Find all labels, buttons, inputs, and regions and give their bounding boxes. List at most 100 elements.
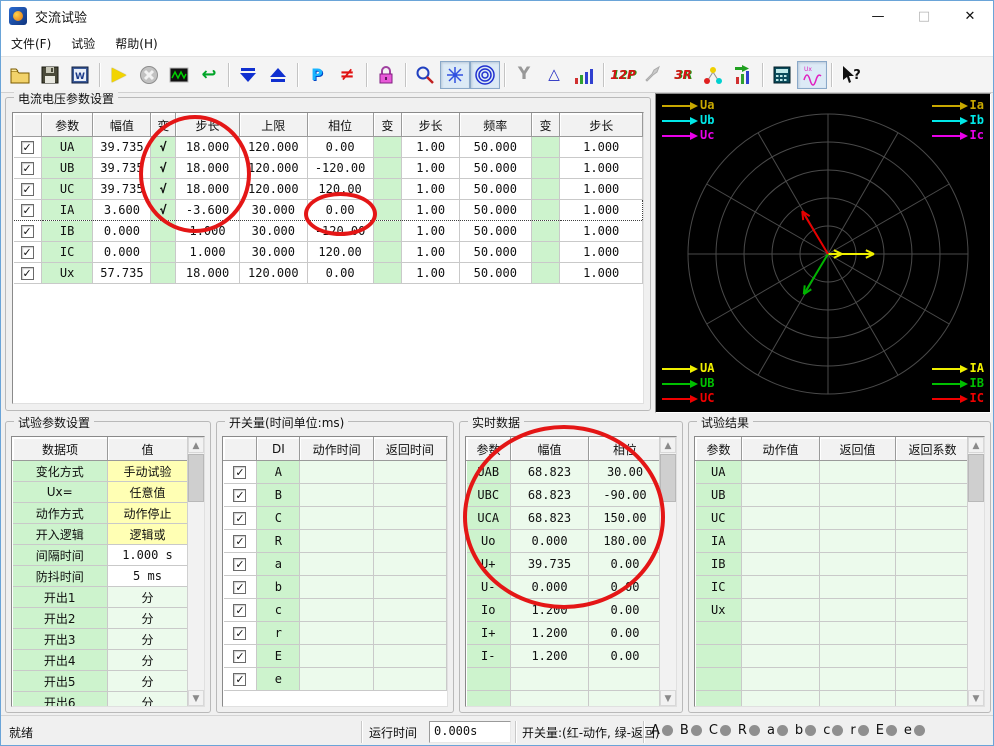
- param-value-cell[interactable]: 50.000: [459, 136, 532, 158]
- param-value-cell[interactable]: 1.00: [401, 199, 460, 221]
- param-value-cell[interactable]: 30.000: [239, 220, 308, 242]
- close-button[interactable]: ✕: [947, 1, 993, 31]
- param-value-cell[interactable]: 120.000: [239, 136, 308, 158]
- realtime-scrollbar[interactable]: ▲ ▼: [659, 437, 676, 706]
- param-value-cell[interactable]: [373, 241, 403, 263]
- step-down-icon[interactable]: [233, 61, 263, 89]
- param-value-cell[interactable]: [531, 178, 561, 200]
- save-icon[interactable]: [35, 61, 65, 89]
- param-value-cell[interactable]: [373, 136, 403, 158]
- param-value-cell[interactable]: 120.000: [239, 262, 308, 284]
- param-value-cell[interactable]: 50.000: [459, 220, 532, 242]
- param-value-cell[interactable]: 1.000: [559, 199, 643, 221]
- param-value-cell[interactable]: 0.000: [92, 220, 152, 242]
- start-test-icon[interactable]: ▶: [104, 61, 134, 89]
- export-report-icon[interactable]: W: [65, 61, 95, 89]
- menu-help[interactable]: 帮助(H): [105, 31, 167, 56]
- open-file-icon[interactable]: [5, 61, 35, 89]
- param-value-cell[interactable]: 18.000: [175, 178, 240, 200]
- switch-checkbox-cell[interactable]: ✓: [223, 552, 258, 576]
- row-checkbox-cell[interactable]: ✓: [13, 178, 42, 200]
- param-value-cell[interactable]: 1.000: [559, 178, 643, 200]
- param-value-cell[interactable]: 1.000: [559, 136, 643, 158]
- switch-checkbox[interactable]: ✓: [233, 672, 247, 686]
- param-value-cell[interactable]: 39.735: [92, 178, 152, 200]
- param-value-cell[interactable]: 1.00: [401, 157, 460, 179]
- param-value-cell[interactable]: 1.00: [401, 241, 460, 263]
- twelve-phase-icon[interactable]: 12P: [608, 61, 638, 89]
- param-value-cell[interactable]: 120.000: [239, 157, 308, 179]
- switch-checkbox-cell[interactable]: ✓: [223, 575, 258, 599]
- param-value-cell[interactable]: 57.735: [92, 262, 152, 284]
- param-value-cell[interactable]: -3.600: [175, 199, 240, 221]
- wye-connect-icon[interactable]: Y: [509, 61, 539, 89]
- param-value-cell[interactable]: [373, 157, 403, 179]
- results-scrollbar[interactable]: ▲ ▼: [967, 437, 984, 706]
- scroll-down-icon[interactable]: ▼: [660, 690, 676, 706]
- switch-checkbox-cell[interactable]: ✓: [223, 506, 258, 530]
- param-value-cell[interactable]: 0.00: [307, 262, 374, 284]
- test-param-value[interactable]: 逻辑或: [107, 523, 188, 545]
- row-checkbox[interactable]: ✓: [20, 203, 34, 217]
- switch-checkbox[interactable]: ✓: [233, 511, 247, 525]
- param-value-cell[interactable]: [531, 262, 561, 284]
- param-value-cell[interactable]: 1.000: [175, 241, 240, 263]
- target-icon[interactable]: [470, 60, 500, 89]
- delta-connect-icon[interactable]: △: [539, 61, 569, 89]
- param-name-cell[interactable]: Ux: [41, 262, 94, 284]
- test-param-value[interactable]: 1.000 s: [107, 544, 188, 566]
- switch-checkbox[interactable]: ✓: [233, 488, 247, 502]
- param-value-cell[interactable]: 1.00: [401, 220, 460, 242]
- param-value-cell[interactable]: 1.00: [401, 178, 460, 200]
- param-value-cell[interactable]: -120.00: [307, 157, 374, 179]
- test-param-value[interactable]: 分: [107, 649, 188, 671]
- step-up-icon[interactable]: [263, 61, 293, 89]
- switch-checkbox-cell[interactable]: ✓: [223, 529, 258, 553]
- minimize-button[interactable]: —: [855, 1, 901, 31]
- three-phase-icon[interactable]: 3R: [668, 61, 698, 89]
- param-value-cell[interactable]: [531, 136, 561, 158]
- harmonic-icon[interactable]: [569, 61, 599, 89]
- help-icon[interactable]: ?: [836, 61, 866, 89]
- row-checkbox-cell[interactable]: ✓: [13, 199, 42, 221]
- row-checkbox-cell[interactable]: ✓: [13, 262, 42, 284]
- lock-icon[interactable]: [371, 61, 401, 89]
- test-param-value[interactable]: 分: [107, 670, 188, 692]
- test-param-value[interactable]: 分: [107, 691, 188, 706]
- param-value-cell[interactable]: [531, 199, 561, 221]
- param-value-cell[interactable]: 3.600: [92, 199, 152, 221]
- switch-checkbox-cell[interactable]: ✓: [223, 644, 258, 668]
- param-value-cell[interactable]: 50.000: [459, 199, 532, 221]
- param-value-cell[interactable]: √: [150, 199, 177, 221]
- wave-monitor-icon[interactable]: Ux: [797, 60, 827, 89]
- row-checkbox[interactable]: ✓: [20, 182, 34, 196]
- switch-checkbox[interactable]: ✓: [233, 534, 247, 548]
- row-checkbox-cell[interactable]: ✓: [13, 220, 42, 242]
- param-value-cell[interactable]: 18.000: [175, 136, 240, 158]
- param-name-cell[interactable]: IA: [41, 199, 94, 221]
- switch-checkbox[interactable]: ✓: [233, 626, 247, 640]
- scroll-down-icon[interactable]: ▼: [188, 690, 204, 706]
- flash-output-icon[interactable]: [440, 60, 470, 89]
- scroll-thumb[interactable]: [188, 454, 204, 502]
- row-checkbox[interactable]: ✓: [20, 161, 34, 175]
- stop-test-icon[interactable]: [134, 61, 164, 89]
- switch-checkbox[interactable]: ✓: [233, 603, 247, 617]
- param-value-cell[interactable]: [150, 262, 177, 284]
- param-name-cell[interactable]: UC: [41, 178, 94, 200]
- param-value-cell[interactable]: [150, 241, 177, 263]
- test-param-value[interactable]: 任意值: [107, 481, 188, 503]
- row-checkbox-cell[interactable]: ✓: [13, 136, 42, 158]
- param-value-cell[interactable]: 50.000: [459, 262, 532, 284]
- switch-checkbox[interactable]: ✓: [233, 649, 247, 663]
- menu-test[interactable]: 试验: [61, 31, 105, 56]
- param-value-cell[interactable]: 0.00: [307, 199, 374, 221]
- switch-checkbox[interactable]: ✓: [233, 580, 247, 594]
- param-value-cell[interactable]: 120.00: [307, 241, 374, 263]
- switch-checkbox-cell[interactable]: ✓: [223, 460, 258, 484]
- param-value-cell[interactable]: 1.00: [401, 136, 460, 158]
- switch-checkbox-cell[interactable]: ✓: [223, 483, 258, 507]
- switch-checkbox-cell[interactable]: ✓: [223, 598, 258, 622]
- param-value-cell[interactable]: √: [150, 136, 177, 158]
- scroll-down-icon[interactable]: ▼: [968, 690, 984, 706]
